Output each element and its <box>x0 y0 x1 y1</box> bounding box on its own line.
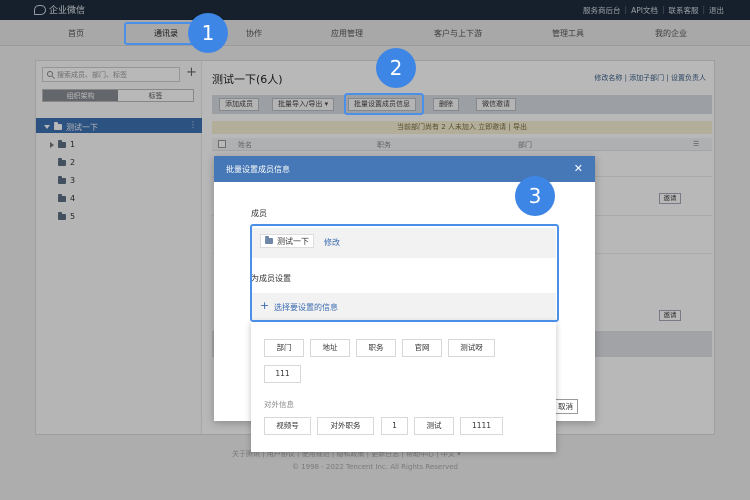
option-address[interactable]: 地址 <box>310 339 350 357</box>
member-label: 成员 <box>251 209 267 218</box>
option-111[interactable]: 111 <box>264 365 301 383</box>
option-department[interactable]: 部门 <box>264 339 304 357</box>
option-1111[interactable]: 1111 <box>460 417 503 435</box>
step-badge-3: 3 <box>515 176 555 216</box>
option-video-channel[interactable]: 视频号 <box>264 417 311 435</box>
step-badge-1: 1 <box>188 13 228 53</box>
option-1[interactable]: 1 <box>381 417 408 435</box>
step-badge-2: 2 <box>376 48 416 88</box>
option-website[interactable]: 官网 <box>402 339 442 357</box>
highlight-batch-set-button <box>344 93 424 115</box>
external-info-label: 对外信息 <box>264 400 294 409</box>
option-external-title[interactable]: 对外职务 <box>317 417 374 435</box>
highlight-member-settings <box>250 224 559 322</box>
option-title[interactable]: 职务 <box>356 339 396 357</box>
info-field-dropdown: 部门 地址 职务 官网 测试呀 111 对外信息 视频号 对外职务 1 测试 1… <box>251 322 556 452</box>
option-test-2[interactable]: 测试 <box>414 417 454 435</box>
dialog-title: 批量设置成员信息 <box>226 165 290 174</box>
close-icon[interactable]: ✕ <box>574 162 583 175</box>
cancel-button[interactable]: 取消 <box>553 399 578 414</box>
option-test[interactable]: 测试呀 <box>448 339 495 357</box>
